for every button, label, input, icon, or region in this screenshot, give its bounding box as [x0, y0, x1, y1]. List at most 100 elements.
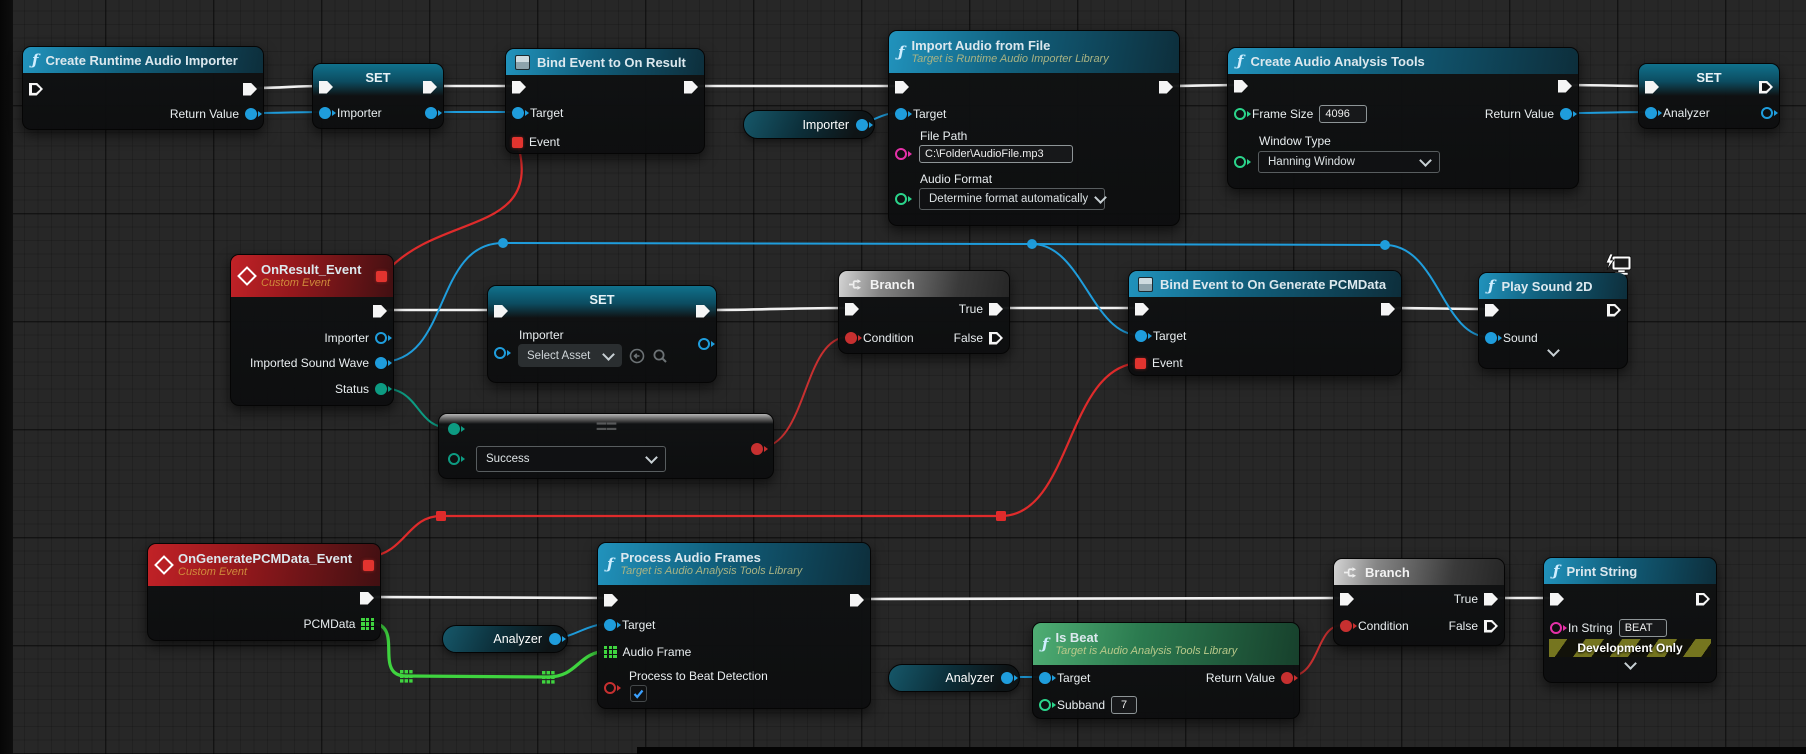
exec-in-pin[interactable] [604, 594, 618, 607]
imported-sound-wave-pin[interactable] [375, 357, 387, 369]
exec-out-pin[interactable] [373, 305, 387, 318]
node-set-importer-2[interactable]: SET Importer Select Asset [487, 285, 717, 383]
array-reroute-node[interactable] [542, 671, 555, 684]
enum-value-dropdown[interactable]: Success [476, 446, 666, 472]
exec-out-pin[interactable] [1558, 80, 1572, 93]
object-reroute-node[interactable] [1380, 240, 1390, 250]
frame-size-input[interactable] [1319, 105, 1367, 123]
variable-get-importer[interactable]: Importer [743, 110, 875, 139]
exec-in-pin[interactable] [1645, 81, 1659, 94]
audio-format-dropdown[interactable]: Determine format automatically [919, 188, 1105, 210]
file-path-pin[interactable] [895, 148, 907, 160]
node-ongenerate-pcmdata-event[interactable]: OnGeneratePCMData_Event Custom Event PCM… [147, 543, 381, 641]
condition-pin[interactable] [1340, 620, 1352, 632]
analyzer-in-pin[interactable] [1645, 107, 1657, 119]
variable-get-analyzer-1[interactable]: Analyzer [442, 625, 568, 653]
beat-detection-checkbox[interactable] [630, 685, 647, 702]
object-reroute-node[interactable] [498, 238, 508, 248]
array-reroute-node[interactable] [400, 670, 413, 683]
false-exec-pin[interactable] [989, 332, 1003, 345]
importer-in-pin[interactable] [494, 347, 506, 359]
select-asset-dropdown[interactable]: Select Asset [518, 344, 622, 367]
exec-out-pin[interactable] [850, 594, 864, 607]
window-type-pin[interactable] [1234, 156, 1246, 168]
result-pin[interactable] [751, 443, 763, 455]
exec-in-pin[interactable] [1550, 593, 1564, 606]
window-type-dropdown[interactable]: Hanning Window [1258, 151, 1440, 173]
sound-pin[interactable] [1485, 332, 1497, 344]
target-pin[interactable] [1039, 672, 1051, 684]
importer-out-pin[interactable] [856, 119, 868, 131]
exec-out-pin[interactable] [696, 305, 710, 318]
node-process-audio-frames[interactable]: ƒ Process Audio Frames Target is Audio A… [597, 542, 871, 709]
delegate-reroute-node[interactable] [996, 511, 1006, 521]
importer-out-pin[interactable] [375, 332, 387, 344]
blueprint-graph-canvas[interactable]: ƒ Create Runtime Audio Importer Return V… [0, 0, 1806, 754]
node-bind-event-to-on-generate-pcmdata[interactable]: Bind Event to On Generate PCMData Target… [1128, 270, 1402, 376]
use-selected-asset-icon[interactable] [629, 348, 645, 364]
exec-in-pin[interactable] [494, 305, 508, 318]
exec-in-pin[interactable] [845, 303, 859, 316]
delegate-out-pin[interactable] [376, 271, 387, 282]
analyzer-out-pin[interactable] [1001, 672, 1013, 684]
object-reroute-node[interactable] [1027, 239, 1037, 249]
exec-in-pin[interactable] [1234, 80, 1248, 93]
node-branch-1[interactable]: Branch True Condition False [838, 270, 1010, 354]
pcmdata-array-pin[interactable] [361, 618, 374, 631]
true-exec-pin[interactable] [989, 303, 1003, 316]
exec-in-pin[interactable] [1135, 303, 1149, 316]
node-create-audio-analysis-tools[interactable]: ƒ Create Audio Analysis Tools Frame Size… [1227, 47, 1579, 189]
return-value-pin[interactable] [1560, 108, 1572, 120]
exec-in-pin[interactable] [1340, 593, 1354, 606]
exec-in-pin[interactable] [512, 81, 526, 94]
true-exec-pin[interactable] [1484, 593, 1498, 606]
beat-detection-pin[interactable] [604, 682, 616, 694]
delegate-reroute-node[interactable] [436, 511, 446, 521]
return-value-pin[interactable] [1281, 672, 1293, 684]
exec-in-pin[interactable] [895, 81, 909, 94]
node-set-analyzer[interactable]: SET Analyzer [1638, 63, 1780, 129]
importer-in-pin[interactable] [319, 107, 331, 119]
target-pin[interactable] [895, 108, 907, 120]
exec-in-pin[interactable] [29, 83, 43, 96]
analyzer-out-pin[interactable] [549, 633, 561, 645]
browse-asset-icon[interactable] [652, 348, 668, 364]
input-a-pin[interactable] [448, 423, 460, 435]
in-string-pin[interactable] [1550, 622, 1562, 634]
exec-out-pin[interactable] [684, 81, 698, 94]
audio-format-pin[interactable] [895, 193, 907, 205]
expand-node-chevron-icon[interactable] [1624, 657, 1637, 670]
importer-out-pin[interactable] [425, 107, 437, 119]
importer-out-pin[interactable] [698, 338, 710, 350]
node-print-string[interactable]: ƒ Print String In String Development Onl… [1543, 557, 1717, 683]
exec-out-pin[interactable] [243, 83, 257, 96]
node-branch-2[interactable]: Branch True Condition False [1333, 558, 1505, 646]
exec-out-pin[interactable] [1759, 81, 1773, 94]
exec-in-pin[interactable] [319, 81, 333, 94]
subband-input[interactable] [1111, 696, 1137, 714]
input-b-pin[interactable] [448, 453, 460, 465]
variable-get-analyzer-2[interactable]: Analyzer [888, 664, 1020, 692]
exec-out-pin[interactable] [1607, 304, 1621, 317]
target-pin[interactable] [1135, 330, 1147, 342]
exec-out-pin[interactable] [1159, 81, 1173, 94]
condition-pin[interactable] [845, 332, 857, 344]
event-delegate-pin[interactable] [1135, 358, 1146, 369]
delegate-out-pin[interactable] [363, 560, 374, 571]
node-bind-event-to-on-result[interactable]: Bind Event to On Result Target Event [505, 48, 705, 154]
exec-in-pin[interactable] [1485, 304, 1499, 317]
subband-pin[interactable] [1039, 699, 1051, 711]
target-pin[interactable] [512, 107, 524, 119]
return-value-pin[interactable] [245, 108, 257, 120]
event-delegate-pin[interactable] [512, 137, 523, 148]
node-create-runtime-audio-importer[interactable]: ƒ Create Runtime Audio Importer Return V… [22, 46, 264, 130]
node-import-audio-from-file[interactable]: ƒ Import Audio from File Target is Runti… [888, 30, 1180, 226]
file-path-input[interactable] [919, 145, 1073, 163]
status-pin[interactable] [375, 383, 387, 395]
in-string-input[interactable] [1619, 619, 1667, 637]
frame-size-pin[interactable] [1234, 108, 1246, 120]
node-onresult-event[interactable]: OnResult_Event Custom Event Importer Imp… [230, 254, 394, 406]
exec-out-pin[interactable] [1381, 303, 1395, 316]
exec-out-pin[interactable] [360, 592, 374, 605]
expand-node-chevron-icon[interactable] [1547, 344, 1560, 357]
